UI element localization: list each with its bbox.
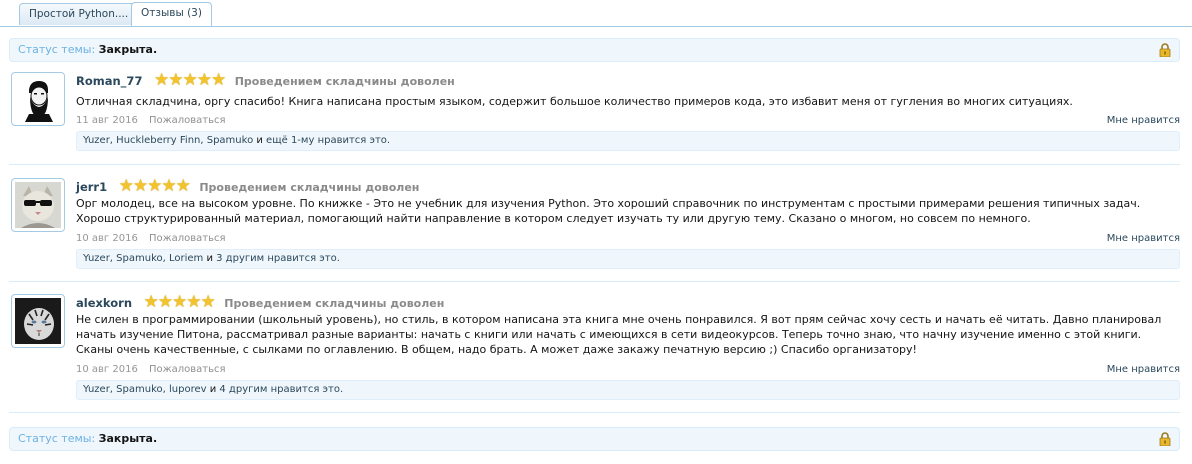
- review-item: jerr1 ★★★★★ Проведением складчины доволе…: [9, 178, 1180, 274]
- thread-status-bottom: Статус темы: Закрыта.: [9, 427, 1180, 451]
- status-value: Закрыта.: [98, 43, 158, 56]
- likes-connector: и: [203, 253, 217, 264]
- rating-title: Проведением складчины доволен: [224, 297, 445, 310]
- review-text: Отличная складчина, оргу спасибо! Книга …: [76, 95, 1073, 108]
- review-header: jerr1 ★★★★★ Проведением складчины доволе…: [76, 178, 419, 196]
- likes-summary: Yuzer, Huckleberry Finn, Spamuko и ещё 1…: [76, 131, 1180, 151]
- report-link[interactable]: Пожаловаться: [149, 115, 226, 126]
- tab-reviews[interactable]: Отзывы (3): [131, 2, 212, 26]
- like-button[interactable]: Мне нравится: [1107, 363, 1180, 377]
- status-label: Статус темы:: [18, 432, 96, 445]
- author-link[interactable]: jerr1: [76, 180, 107, 194]
- review-text: Орг молодец, все на высоком уровне. По к…: [76, 197, 1141, 225]
- likes-names[interactable]: Yuzer, Spamuko, Loriem: [83, 253, 203, 264]
- likes-summary: Yuzer, Spamuko, Loriem и 3 другим нравит…: [76, 249, 1180, 269]
- lock-icon: [1159, 432, 1171, 446]
- rating-title: Проведением складчины доволен: [234, 75, 455, 88]
- rating-stars: ★★★★★: [118, 176, 191, 197]
- status-value: Закрыта.: [98, 432, 158, 445]
- star-icon: ★: [132, 176, 149, 196]
- avatar[interactable]: [11, 72, 65, 126]
- review-meta: 10 авг 2016 Пожаловаться Мне нравится: [76, 232, 1180, 246]
- likes-others-link[interactable]: 3 другим: [216, 253, 264, 264]
- review-meta: 11 авг 2016 Пожаловаться Мне нравится: [76, 114, 1180, 128]
- author-link[interactable]: Roman_77: [76, 74, 142, 88]
- review-item: Roman_77 ★★★★★ Проведением складчины дов…: [9, 72, 1180, 156]
- likes-names[interactable]: Yuzer, Spamuko, luporev: [83, 384, 207, 395]
- likes-connector: и: [206, 384, 220, 395]
- star-icon: ★: [186, 292, 202, 312]
- star-icon: ★: [118, 176, 134, 196]
- likes-suffix: нравится это.: [267, 384, 344, 395]
- rating-stars: ★★★★★: [153, 70, 227, 91]
- report-link[interactable]: Пожаловаться: [149, 364, 226, 375]
- avatar-bearded-man-icon: [15, 76, 61, 122]
- star-icon: ★: [161, 176, 177, 196]
- tab-bar: Простой Python.... Отзывы (3): [0, 0, 1192, 27]
- likes-suffix: нравится это.: [264, 253, 340, 264]
- star-icon: ★: [175, 176, 191, 196]
- avatar[interactable]: [11, 178, 65, 232]
- likes-others-link[interactable]: 4 другим: [219, 384, 267, 395]
- avatar-cat-sunglasses-icon: [15, 182, 61, 228]
- tab-description[interactable]: Простой Python....: [19, 3, 139, 25]
- rating-stars: ★★★★★: [143, 292, 216, 313]
- likes-summary: Yuzer, Spamuko, luporev и 4 другим нрави…: [76, 380, 1180, 400]
- divider: [9, 281, 1180, 282]
- lock-icon: [1159, 43, 1171, 57]
- avatar[interactable]: [11, 294, 65, 348]
- rating-title: Проведением складчины доволен: [199, 181, 420, 194]
- divider: [9, 164, 1180, 165]
- star-icon: ★: [153, 70, 170, 90]
- report-link[interactable]: Пожаловаться: [149, 233, 226, 244]
- avatar-white-tiger-icon: [15, 298, 61, 344]
- star-icon: ★: [143, 292, 159, 312]
- star-icon: ★: [210, 70, 227, 90]
- author-link[interactable]: alexkorn: [76, 296, 132, 310]
- review-meta: 10 авг 2016 Пожаловаться Мне нравится: [76, 363, 1180, 377]
- star-icon: ★: [157, 292, 174, 312]
- thread-status-top: Статус темы: Закрыта.: [9, 38, 1180, 62]
- star-icon: ★: [182, 70, 198, 90]
- likes-suffix: нравится это.: [314, 135, 391, 146]
- star-icon: ★: [196, 70, 212, 90]
- star-icon: ★: [200, 292, 216, 312]
- review-text: Не силен в программировании (школьный ур…: [76, 313, 1162, 356]
- star-icon: ★: [172, 292, 188, 312]
- review-date: 10 авг 2016: [76, 364, 138, 375]
- review-header: Roman_77 ★★★★★ Проведением складчины дов…: [76, 72, 455, 90]
- like-button[interactable]: Мне нравится: [1107, 232, 1180, 246]
- likes-names[interactable]: Yuzer, Huckleberry Finn, Spamuko: [83, 135, 253, 146]
- review-date: 10 авг 2016: [76, 233, 138, 244]
- likes-connector: и: [253, 135, 267, 146]
- divider: [9, 412, 1180, 413]
- status-label: Статус темы:: [18, 43, 96, 56]
- review-header: alexkorn ★★★★★ Проведением складчины дов…: [76, 294, 444, 312]
- review-date: 11 авг 2016: [76, 115, 138, 126]
- review-item: alexkorn ★★★★★ Проведением складчины дов…: [9, 294, 1180, 404]
- like-button[interactable]: Мне нравится: [1107, 114, 1180, 128]
- likes-others-link[interactable]: ещё 1-му: [266, 135, 314, 146]
